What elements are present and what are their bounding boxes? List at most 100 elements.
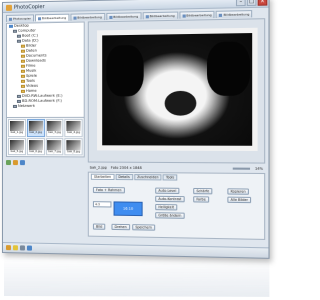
tab-4[interactable]: Bildbearbeitung bbox=[106, 12, 142, 21]
folder-icon bbox=[20, 89, 25, 93]
auto-level-button[interactable]: Auto-Level bbox=[155, 187, 180, 195]
minimize-button[interactable]: – bbox=[235, 0, 246, 7]
home-icon[interactable] bbox=[5, 245, 11, 251]
close-button[interactable]: × bbox=[257, 0, 268, 6]
thumbnail-image bbox=[28, 120, 43, 132]
photo-frame bbox=[97, 27, 258, 152]
thumbnail-image bbox=[47, 120, 62, 132]
info-icon[interactable] bbox=[26, 245, 32, 251]
view-icon[interactable] bbox=[19, 160, 25, 166]
helligkeit-button[interactable]: Helligkeit bbox=[155, 203, 178, 211]
foto-rahmen-button[interactable]: Foto + Rahmen bbox=[92, 186, 125, 194]
thumbnail-label: bak_1.jpg bbox=[10, 131, 24, 135]
schaerfe-button[interactable]: Schärfe bbox=[193, 187, 213, 195]
tab-1[interactable]: Photocopier bbox=[5, 14, 34, 22]
gear-icon[interactable] bbox=[19, 245, 25, 251]
edit-tab[interactable]: Tools bbox=[162, 174, 178, 181]
thumbnail[interactable]: bak_6.jpg bbox=[26, 137, 45, 156]
viewer-info: Foto 2304 x 1848 bbox=[110, 165, 142, 170]
tab-label: Bildbearbeitung bbox=[149, 13, 175, 18]
thumbnail[interactable]: bak_7.jpg bbox=[45, 137, 64, 156]
tab-7[interactable]: Bildbearbeitung bbox=[216, 10, 253, 19]
edit-tabs: Starbeiten Details Zuschneiden Tools bbox=[89, 173, 264, 183]
tab-icon bbox=[73, 16, 77, 20]
thumbnail-label: bak_7.jpg bbox=[48, 149, 61, 153]
tab-2[interactable]: Bildbearbeitung bbox=[34, 13, 70, 22]
drive-icon bbox=[16, 99, 21, 103]
zoom-slider[interactable] bbox=[233, 167, 251, 170]
folder-icon bbox=[20, 44, 25, 48]
app-icon bbox=[5, 4, 12, 11]
network-icon bbox=[12, 104, 17, 108]
tree-item-label: Netzwerk bbox=[17, 103, 35, 108]
desktop-icon bbox=[8, 24, 13, 28]
tab-icon bbox=[109, 15, 113, 19]
thumbnail-label: bak_8.jpg bbox=[67, 149, 81, 153]
folder-icon[interactable] bbox=[12, 160, 18, 166]
thumbnail[interactable]: bak_5.jpg bbox=[7, 137, 26, 156]
tab-3[interactable]: Bildbearbeitung bbox=[70, 12, 105, 21]
edit-tab[interactable]: Details bbox=[115, 173, 133, 181]
edit-tab[interactable]: Starbeiten bbox=[90, 173, 115, 181]
thumbnail-label: bak_4.jpg bbox=[67, 131, 81, 135]
thumbnail-label: bak_5.jpg bbox=[10, 149, 24, 153]
thumbnail-image bbox=[9, 139, 24, 150]
drehen-button[interactable]: Drehen bbox=[111, 223, 130, 231]
folder-icon bbox=[20, 59, 25, 63]
tree-item[interactable]: Netzwerk bbox=[7, 104, 84, 109]
thumbnail[interactable]: bak_2.jpg bbox=[26, 118, 45, 137]
ratio-preview[interactable]: 16:10 bbox=[113, 201, 143, 217]
viewer-status: bak_2.jpg Foto 2304 x 1848 14% bbox=[88, 164, 265, 172]
farbe-button[interactable]: Farbe bbox=[193, 196, 209, 203]
alle-bilder-button[interactable]: Alle Bilder bbox=[227, 196, 252, 204]
left-toolbar bbox=[5, 159, 85, 167]
folder-icon bbox=[20, 84, 25, 88]
image-viewer[interactable] bbox=[87, 18, 266, 164]
tab-icon bbox=[182, 13, 186, 18]
thumbnail-label: bak_3.jpg bbox=[48, 131, 61, 135]
folder-icon bbox=[20, 74, 25, 78]
folder-icon bbox=[20, 79, 25, 83]
star-icon[interactable] bbox=[12, 245, 18, 251]
ratio-select[interactable]: 4:3 bbox=[92, 201, 112, 208]
tab-icon bbox=[8, 17, 12, 21]
thumbnail[interactable]: bak_8.jpg bbox=[64, 137, 83, 156]
tab-icon bbox=[219, 13, 223, 17]
folder-icon bbox=[20, 54, 25, 58]
edit-tab[interactable]: Zuschneiden bbox=[133, 174, 162, 181]
thumbnail[interactable]: bak_1.jpg bbox=[7, 118, 26, 137]
tab-icon bbox=[37, 16, 41, 20]
drive-icon bbox=[16, 34, 21, 38]
dog-ear-left bbox=[106, 45, 144, 97]
dog-nose bbox=[164, 90, 197, 116]
speichern-button[interactable]: Speichern bbox=[132, 224, 156, 231]
maximize-button[interactable]: □ bbox=[246, 0, 257, 7]
thumbnail-image bbox=[28, 139, 43, 150]
edit-panel: Starbeiten Details Zuschneiden Tools Foto +… bbox=[87, 171, 266, 240]
tab-label: Bildbearbeitung bbox=[77, 14, 102, 20]
tab-5[interactable]: Bildbearbeitung bbox=[142, 11, 178, 20]
tab-label: Bildbearbeitung bbox=[186, 12, 212, 18]
app-window: PhotoCopier – □ × Photocopier Bildbearbei… bbox=[2, 0, 270, 259]
groesse-button[interactable]: Größe ändern bbox=[155, 212, 185, 219]
tab-6[interactable]: Bildbearbeitung bbox=[178, 10, 215, 19]
thumbnail[interactable]: bak_3.jpg bbox=[45, 118, 64, 137]
tab-label: Photocopier bbox=[12, 15, 31, 21]
thumbnail-image bbox=[66, 139, 81, 150]
bild-button[interactable]: Bild bbox=[92, 223, 106, 230]
viewer-filename: bak_2.jpg bbox=[89, 165, 107, 170]
folder-icon bbox=[20, 64, 25, 68]
kopieren-button[interactable]: Kopieren bbox=[227, 188, 249, 195]
window-title: PhotoCopier bbox=[13, 3, 45, 11]
photo bbox=[102, 33, 253, 146]
computer-icon bbox=[12, 29, 17, 33]
auto-kontrast-button[interactable]: Auto-Kontrast bbox=[155, 195, 185, 203]
drive-icon bbox=[16, 39, 21, 43]
thumbnail-image bbox=[47, 139, 62, 150]
tab-label: Bildbearbeitung bbox=[223, 11, 250, 17]
thumbnail-image bbox=[66, 120, 81, 132]
refresh-icon[interactable] bbox=[5, 160, 11, 166]
thumbnail-grid: bak_1.jpg bak_2.jpg bak_3.jpg bak_4.jpg bak_… bbox=[5, 116, 85, 158]
folder-icon bbox=[20, 49, 25, 53]
thumbnail[interactable]: bak_4.jpg bbox=[64, 118, 83, 137]
